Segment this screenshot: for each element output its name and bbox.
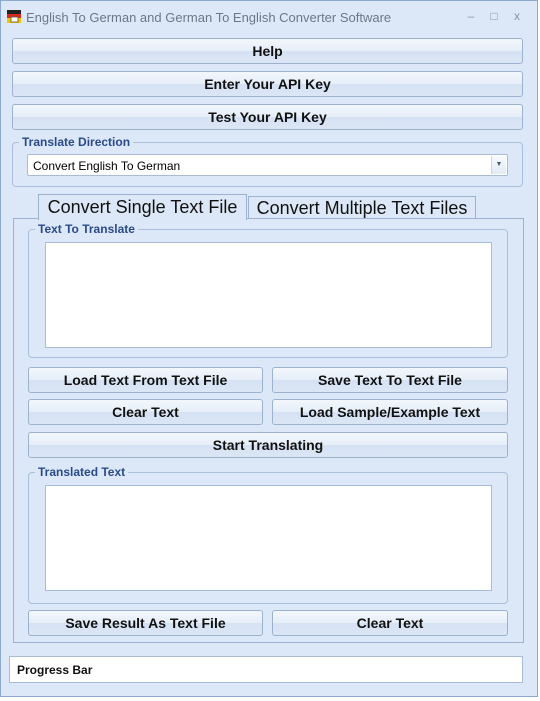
translated-text-title: Translated Text	[35, 465, 129, 479]
save-text-file-button[interactable]: Save Text To Text File	[272, 367, 508, 393]
test-api-key-button[interactable]: Test Your API Key	[12, 104, 523, 130]
translated-text-group: Translated Text	[28, 465, 508, 604]
text-to-translate-group: Text To Translate	[28, 222, 508, 358]
app-window: English To German and German To English …	[0, 0, 538, 697]
translate-direction-title: Translate Direction	[19, 135, 134, 149]
progress-bar: Progress Bar	[9, 656, 523, 683]
tab-convert-multiple[interactable]: Convert Multiple Text Files	[248, 196, 476, 219]
window-title: English To German and German To English …	[26, 10, 392, 25]
start-translating-button[interactable]: Start Translating	[28, 432, 508, 458]
title-bar: English To German and German To English …	[1, 1, 537, 33]
translate-direction-group: Translate Direction Convert English To G…	[12, 135, 523, 187]
load-sample-text-button[interactable]: Load Sample/Example Text	[272, 399, 508, 425]
translate-direction-select[interactable]: Convert English To German ▼	[27, 154, 508, 176]
load-text-file-button[interactable]: Load Text From Text File	[28, 367, 263, 393]
flag-germany-icon	[7, 10, 21, 23]
clear-input-text-button[interactable]: Clear Text	[28, 399, 263, 425]
text-to-translate-input[interactable]	[45, 242, 492, 348]
progress-bar-label: Progress Bar	[17, 663, 93, 677]
help-button[interactable]: Help	[12, 38, 523, 64]
enter-api-key-button[interactable]: Enter Your API Key	[12, 71, 523, 97]
close-button[interactable]: x	[508, 7, 526, 25]
save-result-button[interactable]: Save Result As Text File	[28, 610, 263, 636]
chevron-down-icon[interactable]: ▼	[491, 156, 506, 174]
minimize-button[interactable]: –	[462, 7, 480, 25]
maximize-button[interactable]: □	[485, 7, 503, 25]
tab-panel-single: Text To Translate Load Text From Text Fi…	[13, 218, 524, 643]
tab-convert-single[interactable]: Convert Single Text File	[38, 194, 247, 220]
translate-direction-value: Convert English To German	[33, 159, 181, 173]
translated-text-output[interactable]	[45, 485, 492, 591]
clear-output-text-button[interactable]: Clear Text	[272, 610, 508, 636]
text-to-translate-title: Text To Translate	[35, 222, 138, 236]
